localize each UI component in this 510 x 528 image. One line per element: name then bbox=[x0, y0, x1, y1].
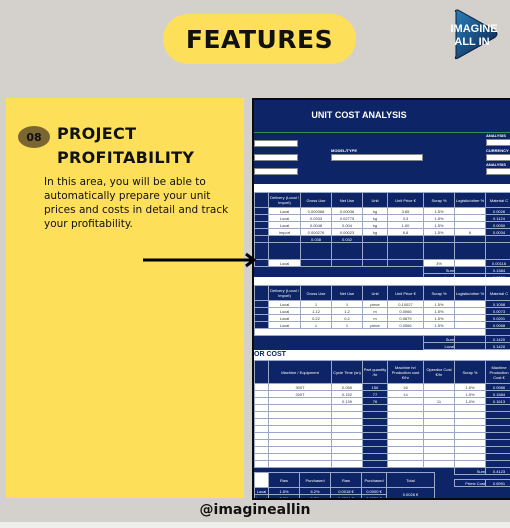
labor-header-row: Machine / Equipment Cycle Time (sn) Part… bbox=[254, 360, 510, 384]
empty-row bbox=[254, 418, 510, 426]
feature-card: 08 PROJECT PROFITABILITY In this area, y… bbox=[6, 98, 244, 498]
empty-row bbox=[254, 439, 510, 447]
title-divider bbox=[254, 132, 510, 133]
origin-header-row: Raw Purchased Raw Purchased Total bbox=[254, 472, 435, 488]
table-row: 200T 0.152 77 14 1.5% 0.1584 bbox=[254, 390, 510, 398]
summary-row: Sum 0.1420 bbox=[254, 335, 510, 343]
origin-summary-table: Raw Purchased Raw Purchased Total Local 1… bbox=[254, 472, 435, 498]
feature-description: In this area, you will be able to automa… bbox=[44, 176, 229, 230]
model-input[interactable] bbox=[331, 154, 423, 161]
empty-row bbox=[254, 411, 510, 419]
table-row: 0.139 76 11 1.0% 0.1613 bbox=[254, 397, 510, 405]
header-input-2[interactable] bbox=[254, 154, 298, 161]
currency-input[interactable] bbox=[486, 154, 510, 161]
separator bbox=[254, 184, 510, 192]
analysis-input[interactable] bbox=[486, 139, 510, 146]
model-label: MODEL/TYPE bbox=[331, 148, 358, 153]
analysis2-input[interactable] bbox=[486, 168, 510, 175]
totals-row: 0.038 0.032 bbox=[254, 235, 510, 243]
feature-number-badge: 08 bbox=[18, 126, 50, 148]
summary-row: Local 0.1420 bbox=[254, 342, 510, 350]
empty-row bbox=[254, 453, 510, 461]
play-logo-icon: IMAGINE ALL IN bbox=[450, 9, 498, 60]
features-banner: FEATURES bbox=[163, 14, 356, 64]
table-row: Local 0.0048 0.004 kg 1.00 1.5% 0.0050 bbox=[254, 221, 510, 229]
svg-text:IMAGINE: IMAGINE bbox=[450, 23, 497, 35]
table-row: Local 0.22 0.2 m 0.0879 1.5% 0.0201 bbox=[254, 314, 510, 322]
brand-logo: IMAGINE ALL IN bbox=[446, 8, 502, 60]
table-row: Local 1 1 piece 0.0066 1.5% 0.0068 bbox=[254, 321, 510, 329]
origin-row-local: Local 1.5% 6.2% 0.0018 €0.0000 €0.0026 € bbox=[254, 487, 435, 498]
table-row: Local 1 1 piece 0.10027 1.5% 0.1058 bbox=[254, 300, 510, 308]
parts-table: Delivery (Local / Import) Gross Use Net … bbox=[254, 285, 510, 357]
sheet-title: UNIT COST ANALYSIS bbox=[311, 110, 407, 120]
table-row: Local 0.0333 0.02775 kg 3.3 1.5% 0.1124 bbox=[254, 214, 510, 222]
currency-label: CURRENCY bbox=[486, 148, 509, 153]
empty-row bbox=[254, 446, 510, 454]
header-input-1[interactable] bbox=[254, 140, 298, 147]
local-scrap-row: Local 3% 0.00116 bbox=[254, 259, 510, 267]
table-row: Local 1.12 1.2 m 0.0066 1.5% 0.0073 bbox=[254, 307, 510, 315]
analysis2-label: ANALYSIS bbox=[486, 162, 506, 167]
svg-text:ALL IN: ALL IN bbox=[454, 36, 489, 48]
raw-header-row: Delivery (Local / Import) Gross Use Net … bbox=[254, 192, 510, 208]
features-title: FEATURES bbox=[185, 24, 334, 54]
arrow-right-icon bbox=[143, 252, 257, 268]
table-row: Import 0.000276 0.00023 kg 6.8 1.5% 6 0.0034 bbox=[254, 228, 510, 236]
table-row: Local 0.000368 0.00036 kg 3.65 1.5% 0.0026 bbox=[254, 207, 510, 215]
bottom-strip bbox=[0, 522, 510, 528]
raw-material-table: Delivery (Local / Import) Gross Use Net … bbox=[254, 192, 510, 288]
labor-section-title: OR COST bbox=[254, 350, 510, 360]
empty-row bbox=[254, 425, 510, 433]
feature-title: PROJECT PROFITABILITY bbox=[57, 124, 195, 167]
spreadsheet-preview: UNIT COST ANALYSIS MODEL/TYPE ANALYSIS C… bbox=[252, 98, 510, 500]
summary-row: Sum 0.1384 bbox=[254, 266, 510, 274]
labor-table: Machine / Equipment Cycle Time (sn) Part… bbox=[254, 360, 510, 487]
analysis-label: ANALYSIS bbox=[486, 133, 506, 138]
empty-row bbox=[254, 460, 510, 468]
empty-row bbox=[254, 404, 510, 412]
empty-row bbox=[254, 432, 510, 440]
social-handle: @imagineallin bbox=[199, 502, 311, 518]
table-row: 300T 0.055 156 16 1.5% 0.0986 bbox=[254, 383, 510, 391]
header-input-3[interactable] bbox=[254, 168, 298, 175]
separator bbox=[254, 277, 510, 285]
parts-header-row: Delivery (Local / Import) Gross Use Net … bbox=[254, 285, 510, 301]
